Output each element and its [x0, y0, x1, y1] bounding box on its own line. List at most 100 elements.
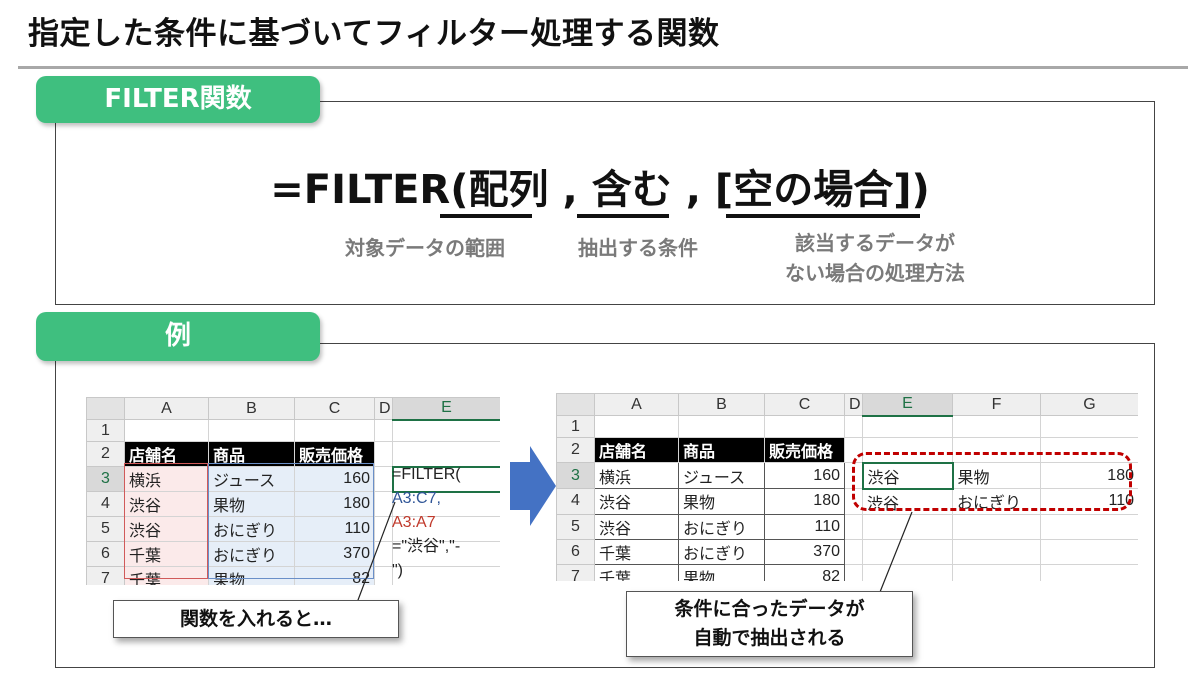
cell[interactable] — [952, 563, 1041, 581]
cell[interactable] — [392, 419, 500, 442]
cell[interactable]: 渋谷 — [594, 488, 679, 515]
cell[interactable]: 180 — [294, 491, 375, 517]
row-header[interactable]: 5 — [556, 513, 595, 540]
cell[interactable] — [1040, 513, 1138, 540]
header-cell[interactable]: 商品 — [678, 437, 765, 463]
cell[interactable] — [862, 538, 953, 565]
cell[interactable] — [124, 419, 209, 442]
row-header[interactable]: 3 — [556, 462, 595, 489]
col-header[interactable]: A — [124, 397, 209, 420]
col-header[interactable]: E — [862, 393, 953, 417]
row-header[interactable]: 4 — [86, 491, 125, 517]
col-header[interactable]: D — [844, 393, 863, 416]
col-header[interactable]: C — [764, 393, 845, 416]
col-header[interactable]: D — [374, 397, 393, 420]
cell[interactable]: 果物 — [678, 488, 765, 515]
row-header[interactable]: 4 — [556, 488, 595, 515]
cell[interactable] — [1040, 437, 1138, 463]
cell[interactable]: 千葉 — [594, 563, 679, 581]
header-cell[interactable]: 店舗名 — [594, 437, 679, 463]
cell[interactable]: ジュース — [678, 462, 765, 489]
cell[interactable]: 横浜 — [594, 462, 679, 489]
cell[interactable]: おにぎり — [208, 516, 295, 542]
cell[interactable] — [374, 566, 393, 585]
row-header[interactable]: 6 — [86, 541, 125, 567]
cell[interactable] — [1040, 415, 1138, 438]
cell[interactable] — [844, 437, 863, 463]
cell[interactable] — [844, 415, 863, 438]
row-header[interactable]: 1 — [556, 415, 595, 438]
cell[interactable] — [952, 513, 1041, 540]
cell[interactable]: 渋谷 — [124, 491, 209, 517]
cell[interactable]: 110 — [294, 516, 375, 542]
cell[interactable] — [374, 491, 393, 517]
cell[interactable] — [294, 419, 375, 442]
cell[interactable] — [844, 462, 863, 489]
col-header[interactable]: B — [678, 393, 765, 416]
row-header[interactable]: 7 — [86, 566, 125, 585]
header-cell[interactable]: 販売価格 — [764, 437, 845, 463]
col-header[interactable]: B — [208, 397, 295, 420]
result-cell[interactable]: 渋谷 — [862, 488, 953, 515]
cell[interactable] — [1040, 563, 1138, 581]
row-header[interactable]: 3 — [86, 466, 125, 492]
result-cell[interactable]: おにぎり — [952, 488, 1041, 515]
cell[interactable] — [844, 488, 863, 515]
cell[interactable]: 渋谷 — [124, 516, 209, 542]
cell[interactable] — [678, 415, 765, 438]
cell[interactable] — [862, 415, 953, 438]
cell[interactable] — [374, 541, 393, 567]
col-header[interactable]: F — [952, 393, 1041, 416]
cell[interactable] — [374, 419, 393, 442]
row-header[interactable]: 5 — [86, 516, 125, 542]
cell[interactable]: 千葉 — [124, 566, 209, 585]
cell[interactable]: 千葉 — [594, 538, 679, 565]
cell[interactable]: 180 — [764, 488, 845, 515]
cell[interactable]: 果物 — [208, 491, 295, 517]
cell[interactable]: 横浜 — [124, 466, 209, 492]
cell[interactable]: 渋谷 — [594, 513, 679, 540]
result-cell[interactable]: 果物 — [952, 462, 1041, 489]
cell[interactable] — [952, 538, 1041, 565]
row-header[interactable]: 2 — [556, 437, 595, 463]
cell[interactable]: おにぎり — [678, 513, 765, 540]
col-header[interactable]: E — [392, 397, 500, 421]
cell[interactable]: おにぎり — [678, 538, 765, 565]
cell[interactable] — [764, 415, 845, 438]
header-cell[interactable]: 商品 — [208, 441, 295, 467]
header-cell[interactable]: 店舗名 — [124, 441, 209, 467]
cell[interactable] — [374, 441, 393, 467]
cell[interactable]: 82 — [294, 566, 375, 585]
row-header[interactable]: 7 — [556, 563, 595, 581]
result-cell[interactable]: 110 — [1040, 488, 1138, 515]
cell[interactable]: 160 — [764, 462, 845, 489]
cell[interactable] — [952, 415, 1041, 438]
cell[interactable] — [844, 538, 863, 565]
cell[interactable]: おにぎり — [208, 541, 295, 567]
cell[interactable] — [1040, 538, 1138, 565]
result-cell[interactable]: 渋谷 — [861, 461, 954, 490]
cell[interactable]: 110 — [764, 513, 845, 540]
col-header[interactable]: C — [294, 397, 375, 420]
cell[interactable]: 160 — [294, 466, 375, 492]
cell[interactable] — [208, 419, 295, 442]
col-header[interactable]: A — [594, 393, 679, 416]
cell[interactable] — [862, 513, 953, 540]
row-header[interactable]: 1 — [86, 419, 125, 442]
cell[interactable]: 370 — [764, 538, 845, 565]
result-cell[interactable]: 180 — [1040, 462, 1138, 489]
cell[interactable]: 370 — [294, 541, 375, 567]
row-header[interactable]: 6 — [556, 538, 595, 565]
cell[interactable] — [862, 563, 953, 581]
cell[interactable] — [374, 516, 393, 542]
cell[interactable] — [952, 437, 1041, 463]
cell[interactable]: ジュース — [208, 466, 295, 492]
col-header[interactable]: G — [1040, 393, 1138, 416]
cell[interactable] — [844, 563, 863, 581]
header-cell[interactable]: 販売価格 — [294, 441, 375, 467]
select-all-corner[interactable] — [556, 393, 595, 416]
cell[interactable]: 果物 — [678, 563, 765, 581]
row-header[interactable]: 2 — [86, 441, 125, 467]
cell[interactable] — [594, 415, 679, 438]
cell[interactable]: 82 — [764, 563, 845, 581]
